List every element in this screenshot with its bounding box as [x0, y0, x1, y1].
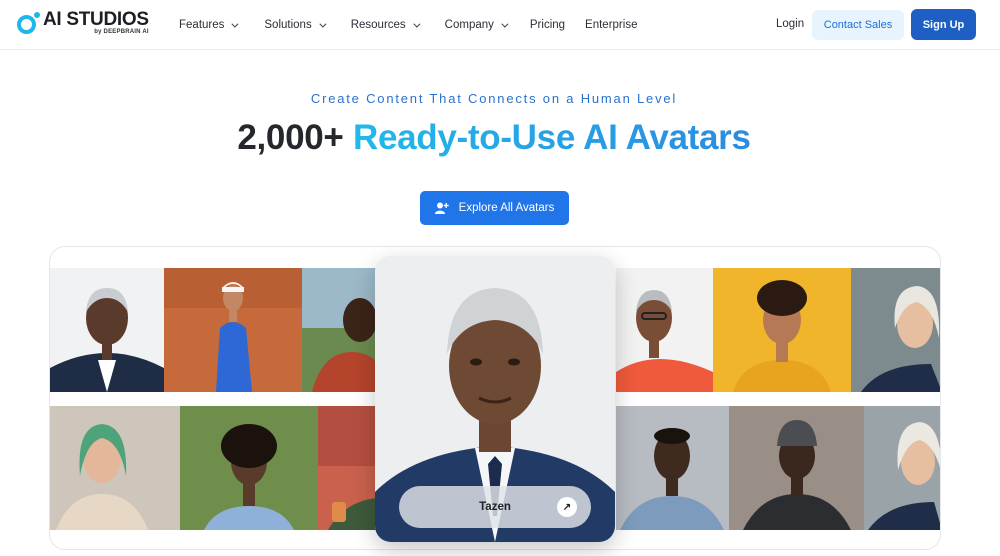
avatar-tile[interactable]: [864, 406, 940, 530]
explore-label: Explore All Avatars: [458, 202, 555, 214]
brand-logo[interactable]: AI STUDIOS by DEEPBRAIN AI: [17, 10, 149, 35]
contact-sales-button[interactable]: Contact Sales: [812, 10, 904, 40]
chevron-down-icon: [413, 20, 421, 28]
main-menu: Features Solutions Resources Company Pri…: [179, 0, 665, 50]
hero-headline: 2,000+ Ready-to-Use AI Avatars: [0, 118, 988, 158]
user-plus-icon: [434, 202, 449, 214]
headline-prefix: 2,000+: [237, 118, 353, 157]
menu-pricing[interactable]: Pricing: [530, 19, 565, 31]
menu-features[interactable]: Features: [179, 19, 239, 31]
brand-name: AI STUDIOS: [43, 9, 149, 30]
avatar-name-pill[interactable]: Tazen ↗: [399, 486, 591, 528]
hero-eyebrow: Create Content That Connects on a Human …: [310, 91, 678, 106]
explore-avatars-button[interactable]: Explore All Avatars: [420, 191, 569, 225]
chevron-down-icon: [231, 20, 239, 28]
menu-label: Pricing: [529, 19, 566, 31]
login-link[interactable]: Login: [776, 18, 804, 30]
avatar-tile[interactable]: [50, 268, 164, 392]
sign-up-button[interactable]: Sign Up: [911, 9, 976, 40]
avatar-tile[interactable]: [50, 406, 180, 530]
top-navbar: AI STUDIOS by DEEPBRAIN AI Features Solu…: [0, 0, 1000, 50]
avatar-tile[interactable]: [616, 406, 729, 530]
menu-label: Enterprise: [585, 19, 638, 31]
avatar-tile[interactable]: [180, 406, 318, 530]
menu-label: Solutions: [264, 19, 312, 31]
chevron-down-icon: [319, 20, 327, 28]
avatar-name: Tazen: [479, 501, 511, 513]
arrow-up-right-icon[interactable]: ↗: [557, 497, 577, 517]
headline-highlight: Ready-to-Use AI Avatars: [352, 118, 751, 157]
avatar-tile[interactable]: [851, 268, 940, 392]
brand-sub: by DEEPBRAIN AI: [94, 29, 149, 35]
avatar-tile[interactable]: [164, 268, 302, 392]
menu-label: Company: [444, 19, 494, 31]
menu-label: Resources: [350, 19, 406, 31]
menu-company[interactable]: Company: [444, 19, 509, 31]
avatar-tile[interactable]: [729, 406, 864, 530]
menu-solutions[interactable]: Solutions: [264, 19, 327, 31]
menu-label: Features: [179, 19, 225, 31]
logo-icon: [17, 12, 40, 34]
menu-enterprise[interactable]: Enterprise: [585, 19, 637, 31]
chevron-down-icon: [501, 20, 509, 28]
menu-resources[interactable]: Resources: [350, 19, 421, 31]
avatar-tile[interactable]: [616, 268, 713, 392]
avatar-tile[interactable]: [713, 268, 851, 392]
featured-avatar-card[interactable]: Tazen ↗: [375, 256, 615, 542]
